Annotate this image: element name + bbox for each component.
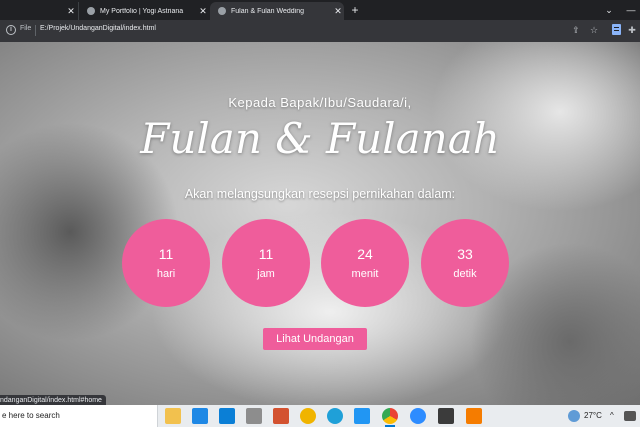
- xampp-icon[interactable]: [466, 408, 482, 424]
- greeting-text: Kepada Bapak/Ibu/Saudara/i,: [228, 95, 412, 110]
- vscode-icon[interactable]: [354, 408, 370, 424]
- tab-wedding[interactable]: Fulan & Fulan Wedding ✕: [210, 2, 344, 20]
- puzzle-icon[interactable]: ✚: [626, 24, 638, 37]
- system-tray-icon[interactable]: [624, 411, 636, 421]
- share-icon[interactable]: ⇪: [570, 24, 582, 37]
- tab-portfolio[interactable]: My Portfolio | Yogi Astriana ✕: [78, 2, 209, 20]
- weather-temperature[interactable]: 27°C: [584, 411, 602, 420]
- chrome-icon[interactable]: [382, 408, 398, 427]
- tab-previous[interactable]: ✕: [0, 2, 77, 20]
- close-tab-icon[interactable]: ✕: [65, 6, 77, 17]
- new-tab-button[interactable]: +: [348, 2, 362, 18]
- info-icon[interactable]: i: [6, 25, 16, 35]
- address-bar: i File E:/Projek/UndanganDigital/index.h…: [0, 20, 640, 42]
- divider: [35, 25, 36, 36]
- weather-icon[interactable]: [568, 410, 580, 422]
- media-icon[interactable]: [246, 408, 262, 424]
- url-field[interactable]: E:/Projek/UndanganDigital/index.html: [40, 25, 156, 32]
- powerpoint-icon[interactable]: [273, 408, 289, 424]
- taskbar-search-box[interactable]: e here to search: [0, 405, 158, 427]
- tab-label: Fulan & Fulan Wedding: [231, 7, 305, 15]
- countdown-unit: hari: [156, 268, 176, 280]
- sublime-icon[interactable]: [438, 408, 454, 424]
- countdown-value: 11: [258, 246, 274, 262]
- countdown-unit: detik: [453, 268, 477, 280]
- search-placeholder: e here to search: [2, 411, 60, 420]
- countdown-value: 33: [457, 246, 473, 262]
- scheme-label: File: [20, 25, 32, 32]
- file-explorer-icon[interactable]: [165, 408, 181, 424]
- view-invitation-button[interactable]: Lihat Undangan: [263, 328, 367, 350]
- app-icon[interactable]: [300, 408, 316, 424]
- countdown-value: 11: [158, 246, 174, 262]
- zoom-icon[interactable]: [410, 408, 426, 424]
- countdown-hours: 11 jam: [222, 219, 310, 307]
- countdown-unit: menit: [351, 268, 379, 280]
- chevron-up-icon[interactable]: ^: [610, 411, 614, 420]
- couple-names: Fulan & Fulanah: [140, 114, 500, 163]
- l-app-icon[interactable]: [219, 408, 235, 424]
- close-tab-icon[interactable]: ✕: [332, 6, 344, 17]
- close-tab-icon[interactable]: ✕: [197, 6, 209, 17]
- countdown-value: 24: [357, 246, 373, 262]
- hero-section: Kepada Bapak/Ibu/Saudara/i, Fulan & Fula…: [0, 42, 640, 405]
- globe-icon: [87, 7, 95, 15]
- globe-icon: [218, 7, 226, 15]
- countdown-days: 11 hari: [122, 219, 210, 307]
- minimize-icon[interactable]: —: [622, 0, 640, 20]
- mail-icon[interactable]: [192, 408, 208, 424]
- taskbar: e here to search 27°C ^: [0, 405, 640, 427]
- edge-icon[interactable]: [327, 408, 343, 424]
- chevron-down-icon[interactable]: ⌄: [600, 0, 618, 20]
- countdown-unit: jam: [257, 268, 275, 280]
- tab-label: My Portfolio | Yogi Astriana: [100, 7, 184, 15]
- star-icon[interactable]: ☆: [588, 24, 600, 37]
- tab-bar: ✕ My Portfolio | Yogi Astriana ✕ Fulan &…: [0, 0, 640, 20]
- countdown-minutes: 24 menit: [321, 219, 409, 307]
- countdown-caption: Akan melangsungkan resepsi pernikahan da…: [184, 187, 456, 201]
- extension-page-icon[interactable]: [610, 24, 622, 37]
- countdown-seconds: 33 detik: [421, 219, 509, 307]
- hero-content: Kepada Bapak/Ibu/Saudara/i, Fulan & Fula…: [0, 42, 640, 405]
